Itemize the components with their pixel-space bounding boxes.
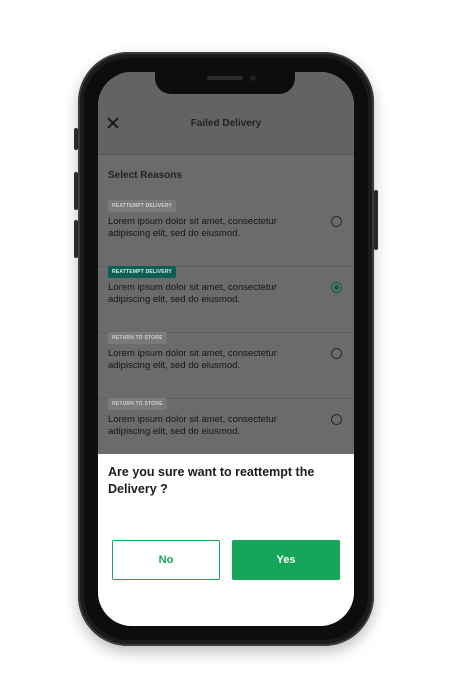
yes-button[interactable]: Yes (232, 540, 340, 580)
phone-notch (155, 70, 295, 94)
front-camera (250, 75, 256, 81)
section-title: Select Reasons (108, 170, 182, 181)
reason-item[interactable]: RETURN TO STORE Lorem ipsum dolor sit am… (98, 332, 354, 399)
reason-item[interactable]: REATTEMPT DELIVERY Lorem ipsum dolor sit… (98, 266, 354, 333)
no-button[interactable]: No (112, 540, 220, 580)
volume-up-button (74, 172, 78, 210)
radio-icon[interactable] (331, 216, 342, 227)
reason-tag: RETURN TO STORE (108, 398, 167, 410)
reason-text: Lorem ipsum dolor sit amet, consectetur … (108, 282, 277, 305)
speaker-grille (207, 76, 243, 80)
reason-text: Lorem ipsum dolor sit amet, consectetur … (108, 414, 277, 437)
reason-text: Lorem ipsum dolor sit amet, consectetur … (108, 216, 277, 239)
radio-icon[interactable] (331, 348, 342, 359)
reason-text: Lorem ipsum dolor sit amet, consectetur … (108, 348, 277, 371)
radio-icon[interactable] (331, 414, 342, 425)
radio-selected-icon[interactable] (331, 282, 342, 293)
confirm-question: Are you sure want to reattempt the Deliv… (108, 465, 315, 496)
volume-down-button (74, 220, 78, 258)
reason-tag: RETURN TO STORE (108, 332, 167, 344)
mute-switch (74, 128, 78, 150)
page-title: Failed Delivery (190, 118, 262, 129)
phone-screen: Failed Delivery Select Reasons REATTEMPT… (98, 72, 354, 626)
reason-item[interactable]: REATTEMPT DELIVERY Lorem ipsum dolor sit… (98, 200, 354, 267)
power-button (374, 190, 378, 250)
reason-tag: REATTEMPT DELIVERY (108, 200, 176, 212)
reason-tag: REATTEMPT DELIVERY (108, 266, 176, 278)
confirm-bottom-sheet: Are you sure want to reattempt the Deliv… (98, 454, 354, 626)
